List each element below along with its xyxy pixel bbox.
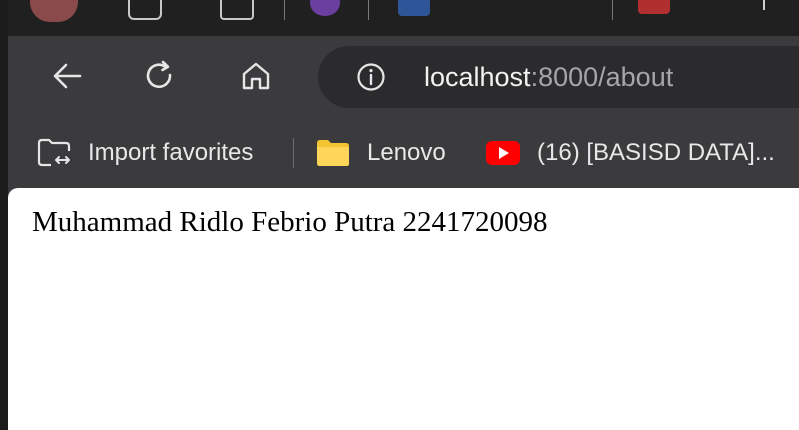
page-viewport: Muhammad Ridlo Febrio Putra 2241720098 bbox=[8, 188, 799, 430]
bookmark-label: Import favorites bbox=[88, 139, 254, 166]
tab-separator bbox=[284, 0, 285, 20]
workspaces-icon[interactable] bbox=[128, 0, 162, 20]
import-favorites-icon bbox=[36, 137, 72, 169]
profile-avatar[interactable] bbox=[30, 0, 78, 22]
bookmark-folder-lenovo[interactable]: Lenovo bbox=[315, 133, 446, 173]
navigation-bar: localhost:8000/about bbox=[8, 36, 799, 118]
screenshot-frame: localhost:8000/about Import favorites Le… bbox=[0, 0, 799, 430]
bookmark-label: Lenovo bbox=[367, 139, 446, 166]
url-text[interactable]: localhost:8000/about bbox=[424, 60, 673, 94]
back-button[interactable] bbox=[46, 54, 90, 98]
tab-separator bbox=[612, 0, 613, 20]
bookmark-label: (16) [BASISD DATA]... bbox=[537, 139, 775, 166]
browser-window: localhost:8000/about Import favorites Le… bbox=[8, 0, 799, 430]
url-host: localhost bbox=[424, 62, 531, 92]
folder-icon bbox=[315, 138, 351, 168]
tab-close-icon[interactable] bbox=[763, 0, 779, 10]
address-bar[interactable]: localhost:8000/about bbox=[318, 46, 799, 108]
info-icon bbox=[357, 63, 385, 91]
refresh-button[interactable] bbox=[138, 54, 182, 98]
tab-favicon-blue[interactable] bbox=[398, 0, 430, 16]
youtube-icon bbox=[485, 140, 521, 166]
bookmark-import-favorites[interactable]: Import favorites bbox=[36, 133, 253, 173]
home-button[interactable] bbox=[234, 54, 278, 98]
page-text: Muhammad Ridlo Febrio Putra 2241720098 bbox=[32, 206, 548, 238]
bookmark-youtube[interactable]: (16) [BASISD DATA]... bbox=[485, 133, 775, 173]
site-info-button[interactable] bbox=[356, 62, 386, 92]
favorites-bar: Import favorites Lenovo (16) [BASISD DAT… bbox=[8, 118, 799, 188]
bookmark-separator bbox=[293, 138, 294, 168]
url-path: :8000/about bbox=[530, 62, 674, 92]
arrow-left-icon bbox=[53, 63, 82, 89]
tab-favicon-purple[interactable] bbox=[310, 0, 340, 16]
tab-strip bbox=[8, 0, 799, 36]
tab-favicon-red[interactable] bbox=[638, 0, 670, 14]
home-icon bbox=[242, 62, 270, 90]
tab-separator bbox=[368, 0, 369, 20]
tab-actions-icon[interactable] bbox=[220, 0, 254, 20]
refresh-icon bbox=[146, 60, 172, 89]
window-edge bbox=[0, 0, 8, 430]
